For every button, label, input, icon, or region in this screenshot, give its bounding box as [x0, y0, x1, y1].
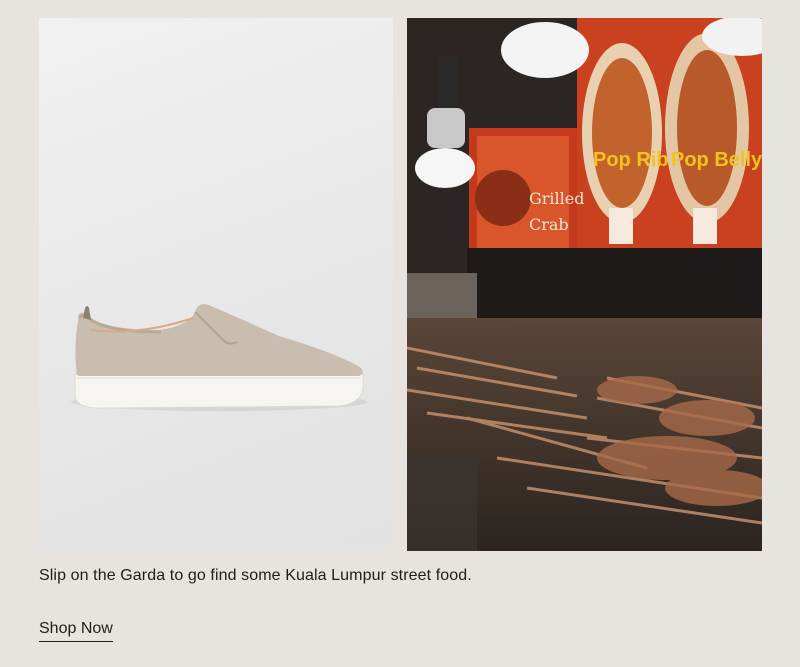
sign-pop-belly: Pop Belly	[671, 149, 762, 171]
shop-now-link[interactable]: Shop Now	[39, 620, 113, 642]
street-food-image-panel[interactable]: Pop Rib Pop Belly Grilled Crab	[407, 18, 762, 551]
promo-caption: Slip on the Garda to go find some Kuala …	[39, 567, 472, 584]
sign-pop-rib: Pop Rib	[593, 149, 669, 171]
sign-crab: Crab	[529, 215, 569, 234]
sign-grilled: Grilled	[529, 189, 585, 208]
slip-on-sneaker-icon	[71, 304, 367, 411]
product-image-panel[interactable]	[39, 18, 393, 551]
street-food-stall-icon: Pop Rib Pop Belly Grilled Crab	[407, 18, 762, 551]
